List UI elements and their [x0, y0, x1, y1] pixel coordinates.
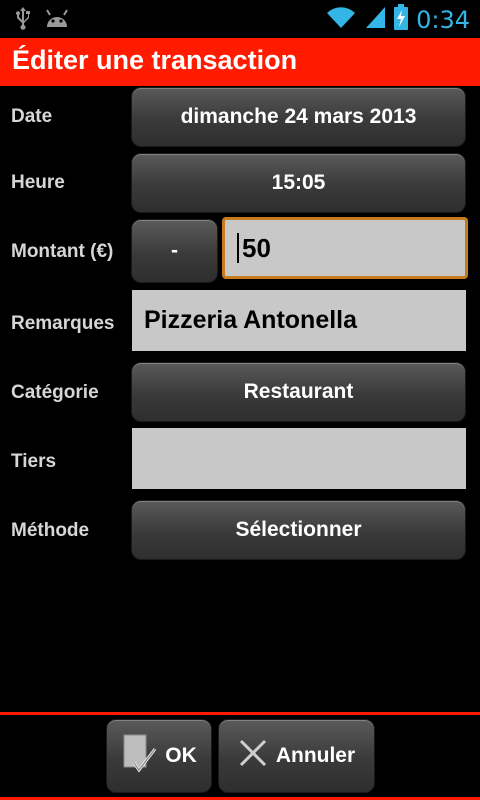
- date-value: dimanche 24 mars 2013: [180, 105, 417, 128]
- amount-value: 50: [242, 232, 271, 263]
- status-bar: 0:34: [0, 0, 480, 38]
- amount-input[interactable]: 50: [222, 217, 468, 279]
- method-label: Méthode: [11, 520, 90, 541]
- android-icon: [44, 7, 70, 34]
- ok-label: OK: [165, 744, 197, 767]
- wifi-icon: [326, 5, 356, 34]
- time-button[interactable]: 15:05: [131, 153, 466, 213]
- third-party-input[interactable]: [132, 428, 466, 489]
- category-value: Restaurant: [243, 380, 354, 403]
- time-value: 15:05: [271, 171, 326, 194]
- sign-toggle-button[interactable]: -: [131, 219, 218, 283]
- category-label: Catégorie: [11, 382, 99, 403]
- remarks-value: Pizzeria Antonella: [144, 306, 358, 334]
- status-right-icons: 0:34: [326, 4, 470, 35]
- ok-button[interactable]: OK: [106, 719, 212, 793]
- close-icon: [238, 738, 268, 774]
- checkmark-icon: [121, 733, 157, 779]
- category-button[interactable]: Restaurant: [131, 362, 466, 422]
- battery-charging-icon: [394, 4, 409, 35]
- date-button[interactable]: dimanche 24 mars 2013: [131, 87, 466, 147]
- method-button[interactable]: Sélectionner: [131, 500, 466, 560]
- bottom-action-bar: OK Annuler: [0, 715, 480, 800]
- usb-icon: [14, 6, 32, 35]
- text-cursor: [237, 233, 239, 263]
- time-label: Heure: [11, 172, 65, 193]
- sign-value: -: [171, 239, 178, 262]
- cancel-button[interactable]: Annuler: [218, 719, 375, 793]
- remarks-label: Remarques: [11, 313, 115, 334]
- title-bar: Éditer une transaction: [0, 38, 480, 86]
- date-label: Date: [11, 106, 53, 127]
- amount-label: Montant (€): [11, 241, 114, 262]
- status-clock: 0:34: [416, 5, 470, 34]
- page-title: Éditer une transaction: [12, 45, 298, 75]
- method-value: Sélectionner: [235, 518, 362, 541]
- remarks-input[interactable]: Pizzeria Antonella: [132, 290, 466, 351]
- signal-icon: [364, 5, 386, 34]
- status-left-icons: [14, 6, 70, 35]
- cancel-label: Annuler: [275, 744, 356, 767]
- third-party-label: Tiers: [11, 451, 57, 472]
